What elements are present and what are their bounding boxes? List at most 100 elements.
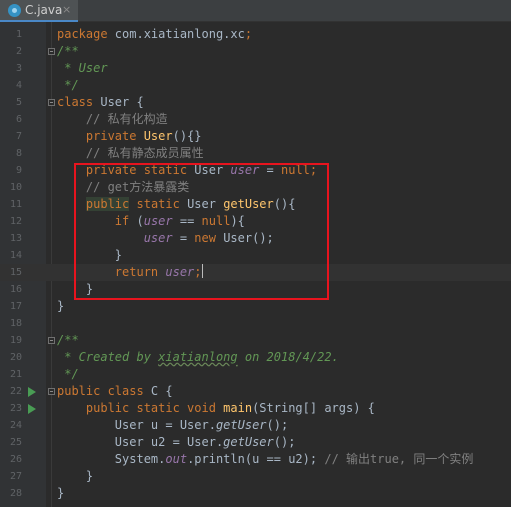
code-line[interactable]: 11 public static User getUser(){	[0, 196, 511, 213]
fold-toggle-icon[interactable]	[48, 48, 55, 55]
code-line[interactable]: 10 // get方法暴露类	[0, 179, 511, 196]
line-number: 21	[9, 369, 22, 380]
code-text: }	[57, 281, 93, 298]
code-line[interactable]: 24 User u = User.getUser();	[0, 417, 511, 434]
line-number: 11	[9, 199, 22, 210]
fold-toggle-icon[interactable]	[48, 337, 55, 344]
code-token: com.xiatianlong.xc	[114, 27, 245, 41]
code-line[interactable]: 4 */	[0, 77, 511, 94]
line-number: 16	[9, 284, 22, 295]
line-number: 7	[15, 131, 22, 142]
code-token: ==	[172, 214, 202, 228]
code-token: package	[57, 27, 115, 41]
code-line[interactable]: 20 * Created by xiatianlong on 2018/4/22…	[0, 349, 511, 366]
code-token: main	[223, 401, 253, 415]
code-token: // get方法暴露类	[57, 180, 190, 194]
code-token: (String[] args) {	[252, 401, 375, 415]
line-number: 8	[15, 148, 22, 159]
tab-c-java[interactable]: C.java ×	[0, 0, 78, 22]
code-line[interactable]: 17}	[0, 298, 511, 315]
line-number: 25	[9, 437, 22, 448]
code-line[interactable]: 27 }	[0, 468, 511, 485]
close-tab-icon[interactable]: ×	[62, 3, 71, 16]
code-token: /**	[57, 44, 79, 58]
code-token: on 2018/4/22.	[237, 350, 339, 364]
code-token: xiatianlong	[158, 350, 238, 364]
code-token: user	[143, 231, 173, 245]
code-line[interactable]: 23 public static void main(String[] args…	[0, 400, 511, 417]
code-text: public static void main(String[] args) {	[57, 400, 375, 417]
code-line[interactable]: 16 }	[0, 281, 511, 298]
text-caret	[201, 264, 203, 278]
code-line[interactable]: 12 if (user == null){	[0, 213, 511, 230]
code-token: (	[136, 214, 144, 228]
line-number: 3	[15, 63, 22, 74]
code-text: */	[57, 77, 78, 94]
code-line[interactable]: 21 */	[0, 366, 511, 383]
code-token: user	[143, 214, 173, 228]
code-line[interactable]: 3 * User	[0, 60, 511, 77]
code-line[interactable]: 14 }	[0, 247, 511, 264]
code-token: }	[57, 299, 65, 313]
line-number: 19	[9, 335, 22, 346]
run-gutter-icon[interactable]	[28, 387, 36, 397]
code-token: getUser	[223, 435, 274, 449]
code-text: package com.xiatianlong.xc;	[57, 26, 252, 43]
code-token: * Created by	[57, 350, 159, 364]
line-number: 12	[9, 216, 22, 227]
code-text: * Created by xiatianlong on 2018/4/22.	[57, 349, 339, 366]
code-line[interactable]: 2 /**	[0, 43, 511, 60]
code-text: public class C {	[57, 383, 173, 400]
code-line[interactable]: 1 package com.xiatianlong.xc;	[0, 26, 511, 43]
code-text: /**	[57, 43, 79, 60]
code-line[interactable]: 13 user = new User();	[0, 230, 511, 247]
code-line[interactable]: 28}	[0, 485, 511, 502]
code-text: private User(){}	[57, 128, 202, 145]
code-text: /**	[57, 332, 79, 349]
code-token: }	[57, 486, 65, 500]
code-text: }	[57, 485, 64, 502]
line-number: 17	[9, 301, 22, 312]
code-text: */	[57, 366, 78, 383]
code-token: User();	[223, 231, 274, 245]
code-token: private	[57, 129, 144, 143]
run-gutter-icon[interactable]	[28, 404, 36, 414]
code-line[interactable]: 26 System.out.println(u == u2); // 输出tru…	[0, 451, 511, 468]
code-token: out	[165, 452, 188, 466]
code-token: user	[165, 265, 195, 279]
code-token: public static void	[57, 401, 224, 415]
code-text: }	[57, 468, 93, 485]
code-token: return	[57, 265, 166, 279]
code-text: User u = User.getUser();	[57, 417, 288, 434]
line-number: 13	[9, 233, 22, 244]
code-token: .println(u == u2);	[187, 452, 325, 466]
code-line[interactable]: 19 /**	[0, 332, 511, 349]
code-line[interactable]: 6 // 私有化构造	[0, 111, 511, 128]
code-line[interactable]: 15 return user;	[0, 264, 511, 281]
line-number: 10	[9, 182, 22, 193]
line-number: 9	[15, 165, 22, 176]
code-token: User	[143, 129, 173, 143]
code-token: ();	[266, 418, 289, 432]
code-line[interactable]: 5 class User {	[0, 94, 511, 111]
code-token: new	[194, 231, 224, 245]
code-line[interactable]: 25 User u2 = User.getUser();	[0, 434, 511, 451]
code-line[interactable]: 7 private User(){}	[0, 128, 511, 145]
code-token: User	[187, 197, 224, 211]
code-line[interactable]: 8 // 私有静态成员属性	[0, 145, 511, 162]
code-line[interactable]: 22 public class C {	[0, 383, 511, 400]
code-line[interactable]: 9 private static User user = null;	[0, 162, 511, 179]
code-editor[interactable]: 1 package com.xiatianlong.xc; 2 /** 3 * User…	[0, 26, 511, 502]
code-text: // 私有静态成员属性	[57, 145, 204, 162]
code-token: null;	[281, 163, 318, 177]
code-text: }	[57, 298, 64, 315]
code-text: // get方法暴露类	[57, 179, 189, 196]
fold-toggle-icon[interactable]	[48, 388, 55, 395]
fold-toggle-icon[interactable]	[48, 99, 55, 106]
code-token: static	[129, 197, 188, 211]
code-line[interactable]: 18	[0, 315, 511, 332]
code-text: System.out.println(u == u2); // 输出true, …	[57, 451, 474, 468]
code-token: User	[194, 163, 231, 177]
